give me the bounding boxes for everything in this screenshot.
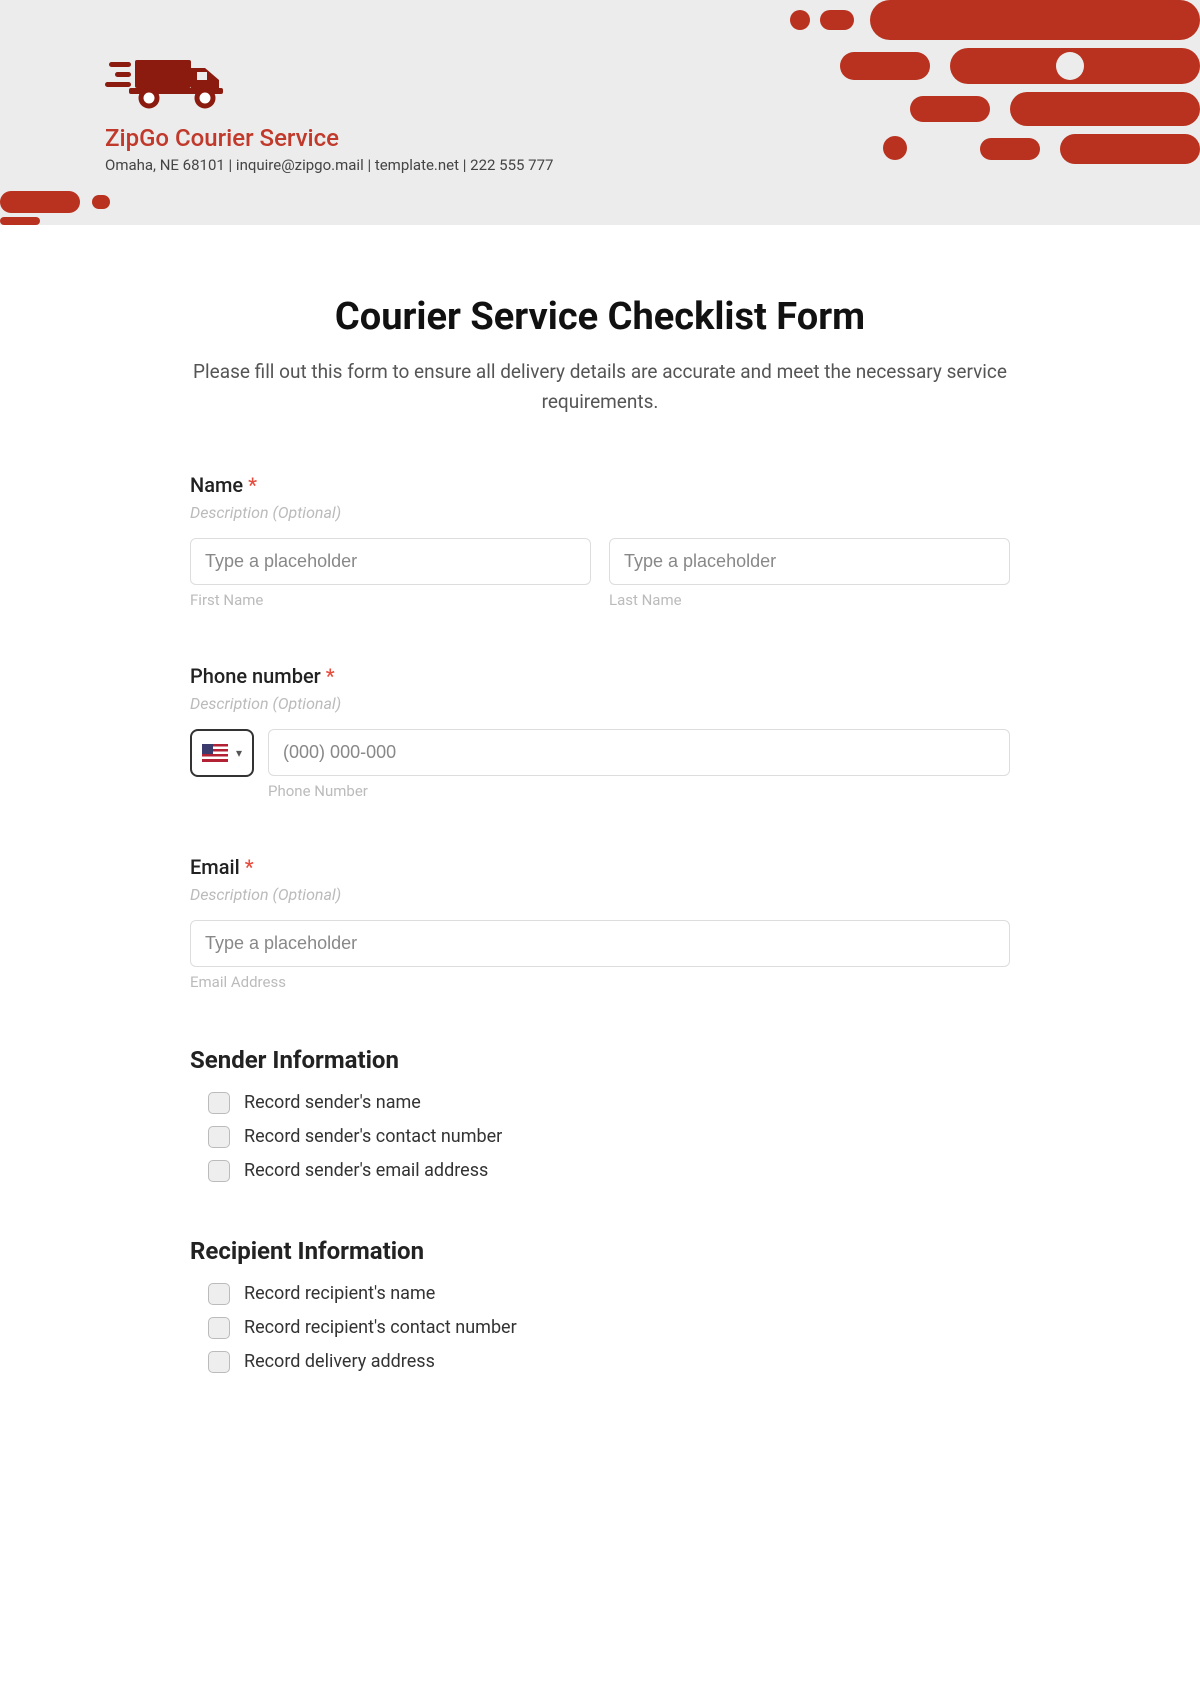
checkbox-label: Record sender's contact number: [244, 1126, 502, 1147]
email-label-text: Email: [190, 855, 240, 879]
required-asterisk: *: [245, 855, 254, 879]
company-contact-info: Omaha, NE 68101 | inquire@zipgo.mail | t…: [105, 156, 553, 174]
email-field-group: Email * Description (Optional) Email Add…: [190, 855, 1010, 991]
required-asterisk: *: [248, 473, 257, 497]
truck-icon: [105, 50, 553, 110]
decoration-bottom-left: [0, 185, 140, 225]
phone-label: Phone number *: [190, 664, 1010, 688]
decoration-top-right: [780, 0, 1200, 190]
recipient-section-title: Recipient Information: [190, 1237, 1010, 1265]
phone-number-input[interactable]: [268, 729, 1010, 776]
first-name-sublabel: First Name: [190, 591, 591, 609]
name-label-text: Name: [190, 473, 243, 497]
last-name-input[interactable]: [609, 538, 1010, 585]
list-item: Record recipient's name: [208, 1283, 1010, 1305]
phone-description: Description (Optional): [190, 694, 1010, 713]
checkbox[interactable]: [208, 1092, 230, 1114]
email-input[interactable]: [190, 920, 1010, 967]
phone-sublabel: Phone Number: [268, 782, 1010, 800]
country-code-select[interactable]: ▾: [190, 729, 254, 777]
list-item: Record recipient's contact number: [208, 1317, 1010, 1339]
list-item: Record sender's contact number: [208, 1126, 1010, 1148]
header-banner: ZipGo Courier Service Omaha, NE 68101 | …: [0, 0, 1200, 225]
form-title: Courier Service Checklist Form: [190, 295, 1010, 339]
form-container: Courier Service Checklist Form Please fi…: [190, 225, 1010, 1445]
checkbox[interactable]: [208, 1160, 230, 1182]
phone-label-text: Phone number: [190, 664, 321, 688]
email-description: Description (Optional): [190, 885, 1010, 904]
list-item: Record delivery address: [208, 1351, 1010, 1373]
sender-checklist: Record sender's name Record sender's con…: [190, 1092, 1010, 1182]
last-name-sublabel: Last Name: [609, 591, 1010, 609]
checkbox[interactable]: [208, 1283, 230, 1305]
name-label: Name *: [190, 473, 1010, 497]
list-item: Record sender's name: [208, 1092, 1010, 1114]
phone-field-group: Phone number * Description (Optional) ▾ …: [190, 664, 1010, 800]
required-asterisk: *: [326, 664, 335, 688]
name-description: Description (Optional): [190, 503, 1010, 522]
name-field-group: Name * Description (Optional) First Name…: [190, 473, 1010, 609]
form-subtitle: Please fill out this form to ensure all …: [190, 357, 1010, 418]
chevron-down-icon: ▾: [236, 746, 242, 760]
email-sublabel: Email Address: [190, 973, 1010, 991]
first-name-input[interactable]: [190, 538, 591, 585]
logo-block: ZipGo Courier Service Omaha, NE 68101 | …: [105, 50, 553, 174]
checkbox[interactable]: [208, 1126, 230, 1148]
checkbox-label: Record delivery address: [244, 1351, 435, 1372]
list-item: Record sender's email address: [208, 1160, 1010, 1182]
recipient-checklist: Record recipient's name Record recipient…: [190, 1283, 1010, 1373]
checkbox-label: Record recipient's contact number: [244, 1317, 517, 1338]
checkbox[interactable]: [208, 1351, 230, 1373]
checkbox-label: Record sender's email address: [244, 1160, 488, 1181]
us-flag-icon: [202, 744, 228, 762]
company-name: ZipGo Courier Service: [105, 124, 553, 152]
checkbox-label: Record sender's name: [244, 1092, 421, 1113]
checkbox[interactable]: [208, 1317, 230, 1339]
email-label: Email *: [190, 855, 1010, 879]
checkbox-label: Record recipient's name: [244, 1283, 435, 1304]
sender-section-title: Sender Information: [190, 1046, 1010, 1074]
